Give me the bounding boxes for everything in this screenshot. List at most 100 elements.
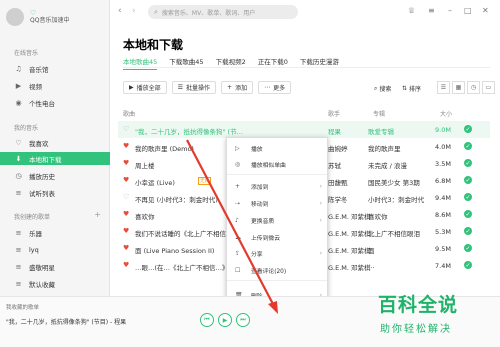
like-heart-icon[interactable]: ♥ <box>123 210 129 218</box>
similar-icon: ◎ <box>235 160 241 168</box>
close-icon[interactable]: ✕ <box>482 6 489 15</box>
song-size: 3.5M <box>435 160 451 168</box>
skin-icon[interactable]: ♕ <box>408 6 415 15</box>
maximize-icon[interactable]: □ <box>464 6 472 15</box>
sidebar-item-music-hall[interactable]: ♫ 音乐馆 <box>14 62 109 75</box>
menu-item-label: 上传到微云 <box>251 235 280 242</box>
view-switcher: ☰ ▦ ◷ ▭ <box>435 81 495 94</box>
like-heart-icon[interactable]: ♥ <box>123 159 129 167</box>
like-heart-icon[interactable]: ♡ <box>123 125 129 133</box>
history-view-icon[interactable]: ◷ <box>467 81 480 94</box>
next-button[interactable]: ⏭ <box>236 313 250 327</box>
radio-icon: ◉ <box>15 98 22 107</box>
user-block[interactable]: ♡ QQ音乐加速中 <box>6 8 69 26</box>
grid-view-icon[interactable]: ▦ <box>452 81 465 94</box>
song-singer: 曲婉婷 <box>328 145 348 153</box>
forward-icon[interactable]: › <box>132 6 136 16</box>
like-heart-icon[interactable]: ♥ <box>123 244 129 252</box>
sort-button[interactable]: ⇅ 排序 <box>402 84 421 93</box>
menu-item-move[interactable]: ⇢ 移动到 › <box>227 196 327 210</box>
section-my-music: 我的音乐 <box>14 125 39 132</box>
like-heart-icon[interactable]: ♥ <box>123 227 129 235</box>
col-singer[interactable]: 歌手 <box>328 109 340 118</box>
like-heart-icon[interactable]: ♥ <box>123 142 129 150</box>
song-singer: 程果 <box>328 128 341 136</box>
downloaded-check-icon: ✓ <box>464 142 472 150</box>
sidebar-item-trial-list[interactable]: ≡ 试听列表 <box>14 186 109 199</box>
add-playlist-icon[interactable]: + <box>94 210 101 219</box>
sidebar-playlist-item[interactable]: ≡ 盛敬明星 <box>14 260 109 273</box>
sidebar-item-history[interactable]: ◷ 播放历史 <box>14 169 109 182</box>
back-icon[interactable]: ‹ <box>118 6 122 16</box>
menu-item-similar[interactable]: ◎ 播放相似单曲 <box>227 157 327 171</box>
sidebar-playlist-item[interactable]: ≡ 乐器 <box>14 226 109 239</box>
add-button[interactable]: + 添加 <box>221 81 254 94</box>
sidebar-item-video[interactable]: ▶ 视频 <box>14 79 109 92</box>
batch-button[interactable]: ☰ 批量操作 <box>171 81 217 94</box>
play-all-button[interactable]: ▶ 播放全部 <box>123 81 167 94</box>
song-singer: 陈学冬 <box>328 196 348 204</box>
search-input[interactable]: ⌕ 搜索音乐、MV、歌单、歌词、用户 <box>148 5 298 19</box>
song-size: 6.8M <box>435 177 451 185</box>
section-created-playlists: 我创建的歌单 <box>14 214 51 221</box>
menu-item-play[interactable]: ▷ 播放 <box>227 141 327 155</box>
top-bar: ‹ › ⌕ 搜索音乐、MV、歌单、歌词、用户 ♕ ≡ – □ ✕ <box>110 0 500 24</box>
add-icon: + <box>227 84 233 91</box>
list-view-icon[interactable]: ☰ <box>437 81 450 94</box>
song-album: 小时代3：刺金时代 <box>368 196 425 204</box>
col-size[interactable]: 大小 <box>440 109 452 118</box>
sort-icon: ⇅ <box>402 85 408 92</box>
sidebar-item-favorites[interactable]: ♡ 我喜欢 <box>14 136 109 149</box>
share-icon: ⇪ <box>235 249 241 257</box>
song-singer: G.E.M. 邓紫棋 <box>328 230 371 238</box>
menu-item-share[interactable]: ⇪ 分享 › <box>227 246 327 260</box>
menu-item-quality[interactable]: ♪ 更换音质 › <box>227 213 327 227</box>
song-album: 喜欢你 <box>368 213 388 221</box>
song-size: 8.6M <box>435 211 451 219</box>
search-local-button[interactable]: ⌕ 搜索 <box>374 84 391 94</box>
minimize-icon[interactable]: – <box>448 6 452 15</box>
folder-icon[interactable]: ▭ <box>482 81 495 94</box>
sidebar-item-local-download[interactable]: ⬇ 本地和下载 <box>0 152 110 165</box>
collected-playlists-label: 我收藏的歌单 <box>6 305 40 311</box>
song-album: 歌爱专辑 <box>368 128 394 136</box>
downloaded-check-icon: ✓ <box>464 159 472 167</box>
sidebar-playlist-item[interactable]: ≡ 默认收藏 <box>14 277 109 290</box>
prev-button[interactable]: ⏮ <box>200 313 214 327</box>
play-button[interactable]: ▶ <box>218 313 232 327</box>
menu-item-comment[interactable]: ☐ 查看评论(20) <box>227 263 327 277</box>
like-heart-icon[interactable]: ♡ <box>123 193 129 201</box>
col-album[interactable]: 专辑 <box>373 109 385 118</box>
submenu-arrow-icon: › <box>319 216 322 224</box>
table-row[interactable]: ♡ "我，二十几岁，抵抗得像条狗" (节… 程果 歌爱专辑 9.0M ✓ <box>118 121 490 138</box>
menu-item-label: 分享 <box>251 251 263 258</box>
menu-icon[interactable]: ≡ <box>428 6 435 15</box>
song-singer: G.E.M. 邓紫棋 <box>328 213 371 221</box>
menu-item-cloud[interactable]: ☁ 上传到微云 <box>227 230 327 244</box>
history-icon: ◷ <box>15 171 22 180</box>
sidebar-item-radio[interactable]: ◉ 个性电台 <box>14 96 109 109</box>
like-heart-icon[interactable]: ♥ <box>123 176 129 184</box>
playlist-icon: ≡ <box>15 262 22 271</box>
downloaded-check-icon: ✓ <box>464 176 472 184</box>
now-playing-title: "我，二十几岁，抵抗得像条狗" (节目) - 程果 <box>6 319 127 326</box>
song-size: 9.4M <box>435 194 451 202</box>
more-button[interactable]: ⋯ 更多 <box>258 81 292 94</box>
cloud-icon: ☁ <box>235 233 241 241</box>
downloaded-check-icon: ✓ <box>464 125 472 133</box>
like-heart-icon[interactable]: ♥ <box>123 261 129 269</box>
menu-item-label: 播放 <box>251 146 263 153</box>
avatar[interactable] <box>6 8 24 26</box>
col-title[interactable]: 歌曲 <box>123 109 135 118</box>
sidebar-playlist-item[interactable]: ≡ lyq <box>14 243 109 256</box>
downloaded-check-icon: ✓ <box>464 244 472 252</box>
move-icon: ⇢ <box>235 199 241 207</box>
downloaded-check-icon: ✓ <box>464 193 472 201</box>
section-online-music: 在线音乐 <box>14 50 39 57</box>
menu-item-add[interactable]: + 添加到 › <box>227 179 327 193</box>
batch-icon: ☰ <box>177 84 184 91</box>
downloaded-check-icon: ✓ <box>464 227 472 235</box>
song-title: 我的歌声里 (Demo) <box>135 145 194 153</box>
song-album: 国民美少女 第3期 <box>368 179 420 187</box>
quality-badge: 无损 <box>198 177 211 185</box>
